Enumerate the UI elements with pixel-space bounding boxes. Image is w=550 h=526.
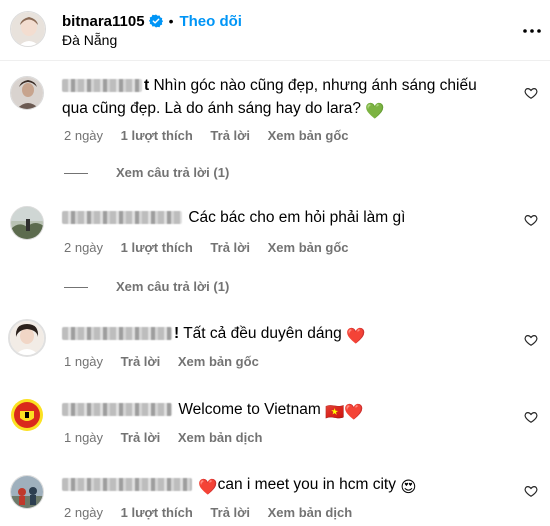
comment-text: Các bác cho em hỏi phải làm gì: [188, 209, 406, 226]
comment-text: can i meet you in hcm city: [217, 476, 396, 493]
see-original-button[interactable]: Xem bản gốc: [268, 128, 349, 143]
comment-text-continued: qua cũng đẹp. Là do ánh sáng hay do lara…: [62, 100, 362, 117]
comment-time[interactable]: 1 ngày: [64, 430, 103, 445]
header-divider: [0, 60, 550, 61]
commenter-username[interactable]: [62, 209, 184, 226]
heart-eyes-emoji: 😍: [400, 479, 417, 496]
see-translation-button[interactable]: Xem bản dịch: [178, 430, 263, 445]
commenter-username[interactable]: t: [62, 77, 149, 94]
red-heart-emoji: ❤️: [346, 328, 366, 345]
commenter-avatar[interactable]: [10, 76, 44, 110]
commenter-avatar[interactable]: [10, 398, 44, 432]
commenter-username[interactable]: [62, 476, 194, 493]
vietnam-flag-heart-emoji: 🇻🇳❤️: [325, 404, 364, 421]
comment-time[interactable]: 2 ngày: [64, 240, 103, 255]
comment-time[interactable]: 2 ngày: [64, 505, 103, 520]
see-original-button[interactable]: Xem bản gốc: [178, 354, 259, 369]
heart-emoji: ❤️: [198, 479, 218, 496]
view-replies-button[interactable]: Xem câu trả lời (1): [116, 279, 229, 294]
likes-count[interactable]: 1 lượt thích: [121, 128, 193, 143]
commenter-avatar[interactable]: [8, 319, 46, 357]
like-heart-icon[interactable]: [524, 333, 538, 347]
like-heart-icon[interactable]: [524, 410, 538, 424]
like-heart-icon[interactable]: [524, 484, 538, 498]
commenter-username[interactable]: !: [62, 325, 179, 342]
commenter-avatar[interactable]: [10, 475, 44, 509]
likes-count[interactable]: 1 lượt thích: [121, 505, 193, 520]
verified-badge-icon: [148, 14, 163, 28]
more-icon[interactable]: [522, 21, 542, 33]
reply-button[interactable]: Trả lời: [121, 430, 161, 445]
like-heart-icon[interactable]: [524, 86, 538, 100]
comment-text: Tất cả đều duyên dáng: [183, 325, 342, 342]
reply-button[interactable]: Trả lời: [210, 505, 250, 520]
comment-time[interactable]: 1 ngày: [64, 354, 103, 369]
see-original-button[interactable]: Xem bản gốc: [268, 240, 349, 255]
post-header: bitnara1105 • Theo dõi Đà Nẵng: [0, 0, 550, 60]
author-username[interactable]: bitnara1105: [62, 13, 145, 30]
commenter-avatar[interactable]: [10, 206, 44, 240]
commenter-username[interactable]: [62, 401, 174, 418]
likes-count[interactable]: 1 lượt thích: [121, 240, 193, 255]
follow-button[interactable]: Theo dõi: [179, 13, 242, 30]
see-translation-button[interactable]: Xem bản dịch: [268, 505, 353, 520]
comment-text: Welcome to Vietnam: [178, 401, 321, 418]
replies-divider-line: [64, 173, 88, 174]
view-replies-button[interactable]: Xem câu trả lời (1): [116, 165, 229, 180]
reply-button[interactable]: Trả lời: [210, 128, 250, 143]
post-location[interactable]: Đà Nẵng: [62, 32, 117, 48]
green-heart-emoji: 💚: [365, 103, 385, 120]
author-avatar[interactable]: [10, 11, 46, 47]
comment-time[interactable]: 2 ngày: [64, 128, 103, 143]
replies-divider-line: [64, 287, 88, 288]
comment-text: Nhìn góc nào cũng đẹp, nhưng ánh sáng ch…: [153, 77, 477, 94]
reply-button[interactable]: Trả lời: [121, 354, 161, 369]
like-heart-icon[interactable]: [524, 213, 538, 227]
reply-button[interactable]: Trả lời: [210, 240, 250, 255]
header-separator: •: [168, 13, 174, 29]
